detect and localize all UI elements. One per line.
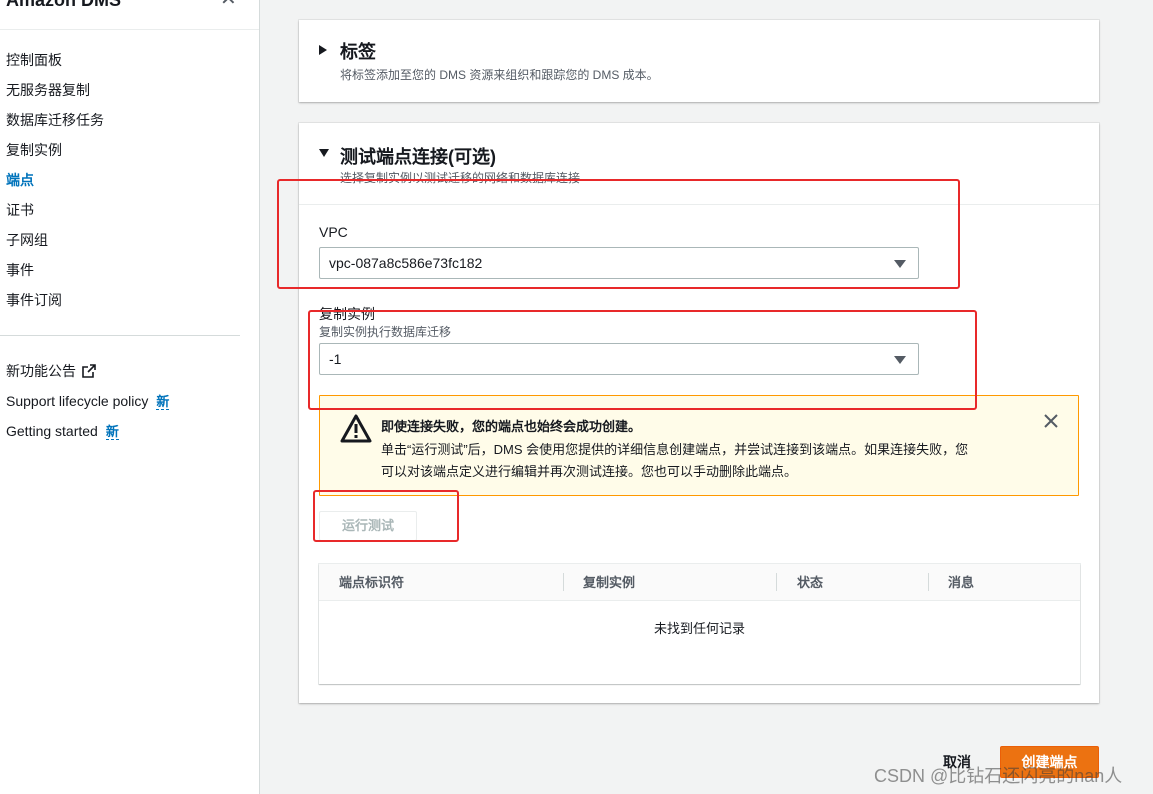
- support-lifecycle-link[interactable]: Support lifecycle policy 新: [6, 386, 170, 416]
- new-badge: 新: [156, 394, 170, 410]
- close-icon[interactable]: ✕: [220, 0, 237, 11]
- external-link-icon: [82, 358, 96, 388]
- replication-instance-select[interactable]: -1: [319, 343, 919, 375]
- test-results-table: 端点标识符 复制实例 状态 消息 未找到任何记录: [319, 564, 1080, 684]
- table-header: 端点标识符 复制实例 状态 消息: [319, 564, 1080, 601]
- column-divider: [776, 573, 777, 591]
- new-badge: 新: [105, 424, 119, 440]
- caret-down-icon: [894, 260, 906, 268]
- service-title: Amazon DMS: [6, 0, 122, 10]
- caret-right-icon[interactable]: [319, 45, 327, 55]
- sidebar-item-dashboard[interactable]: 控制面板: [6, 45, 104, 75]
- divider: [299, 204, 1099, 205]
- close-icon[interactable]: [1044, 414, 1058, 433]
- vpc-select-value: vpc-087a8c586e73fc182: [329, 255, 483, 271]
- getting-started-label: Getting started: [6, 423, 98, 439]
- sidebar: Amazon DMS ✕ 控制面板 无服务器复制 数据库迁移任务 复制实例 端点…: [0, 0, 260, 794]
- divider: [0, 29, 259, 30]
- sidebar-links: 新功能公告 Support lifecycle policy 新 Getting …: [6, 356, 170, 446]
- sidebar-nav: 控制面板 无服务器复制 数据库迁移任务 复制实例 端点 证书 子网组 事件 事件…: [6, 45, 104, 315]
- replication-instance-select-value: -1: [329, 351, 342, 367]
- empty-state-text: 未找到任何记录: [653, 621, 745, 636]
- support-lifecycle-label: Support lifecycle policy: [6, 393, 149, 409]
- test-panel-title[interactable]: 测试端点连接(可选): [340, 143, 496, 169]
- tags-panel: 标签 将标签添加至您的 DMS 资源来组织和跟踪您的 DMS 成本。: [299, 20, 1099, 102]
- alert-text-line: 单击“运行测试”后，DMS 会使用您提供的详细信息创建端点，并尝试连接到该端点。…: [381, 442, 969, 457]
- whats-new-label: 新功能公告: [6, 363, 76, 379]
- vpc-label: VPC: [319, 224, 348, 240]
- column-header[interactable]: 复制实例: [583, 564, 635, 601]
- column-header[interactable]: 端点标识符: [339, 564, 404, 601]
- tags-panel-title[interactable]: 标签: [340, 38, 376, 64]
- getting-started-link[interactable]: Getting started 新: [6, 416, 169, 446]
- replication-instance-label: 复制实例: [319, 306, 375, 322]
- vpc-select[interactable]: vpc-087a8c586e73fc182: [319, 247, 919, 279]
- test-connection-panel: 测试端点连接(可选) 选择复制实例以测试迁移的网络和数据库连接 VPC vpc-…: [299, 123, 1099, 703]
- warning-icon: [340, 414, 372, 448]
- sidebar-item-event-subscriptions[interactable]: 事件订阅: [6, 285, 104, 315]
- run-test-button[interactable]: 运行测试: [319, 511, 417, 541]
- whats-new-link[interactable]: 新功能公告: [6, 356, 169, 386]
- divider: [0, 335, 240, 336]
- column-header[interactable]: 状态: [797, 564, 823, 601]
- caret-down-icon: [894, 356, 906, 364]
- sidebar-item-replication-instances[interactable]: 复制实例: [6, 135, 104, 165]
- column-header[interactable]: 消息: [948, 564, 974, 601]
- caret-down-icon[interactable]: [319, 149, 329, 157]
- warning-alert: 即使连接失败，您的端点也始终会成功创建。 单击“运行测试”后，DMS 会使用您提…: [319, 395, 1079, 496]
- alert-text-line: 可以对该端点定义进行编辑并再次测试连接。您也可以手动删除此端点。: [381, 464, 798, 479]
- sidebar-item-migration-tasks[interactable]: 数据库迁移任务: [6, 105, 104, 135]
- sidebar-item-events[interactable]: 事件: [6, 255, 104, 285]
- column-divider: [928, 573, 929, 591]
- test-panel-description: 选择复制实例以测试迁移的网络和数据库连接: [340, 171, 581, 185]
- alert-title: 即使连接失败，您的端点也始终会成功创建。: [381, 419, 642, 434]
- sidebar-item-subnet-groups[interactable]: 子网组: [6, 225, 104, 255]
- watermark: CSDN @比钻石还闪亮的nan人: [874, 766, 1123, 786]
- tags-panel-description: 将标签添加至您的 DMS 资源来组织和跟踪您的 DMS 成本。: [340, 68, 659, 82]
- column-divider: [563, 573, 564, 591]
- sidebar-item-serverless-replication[interactable]: 无服务器复制: [6, 75, 104, 105]
- sidebar-item-endpoints[interactable]: 端点: [6, 165, 104, 195]
- replication-instance-description: 复制实例执行数据库迁移: [319, 325, 452, 339]
- sidebar-item-certificates[interactable]: 证书: [6, 195, 104, 225]
